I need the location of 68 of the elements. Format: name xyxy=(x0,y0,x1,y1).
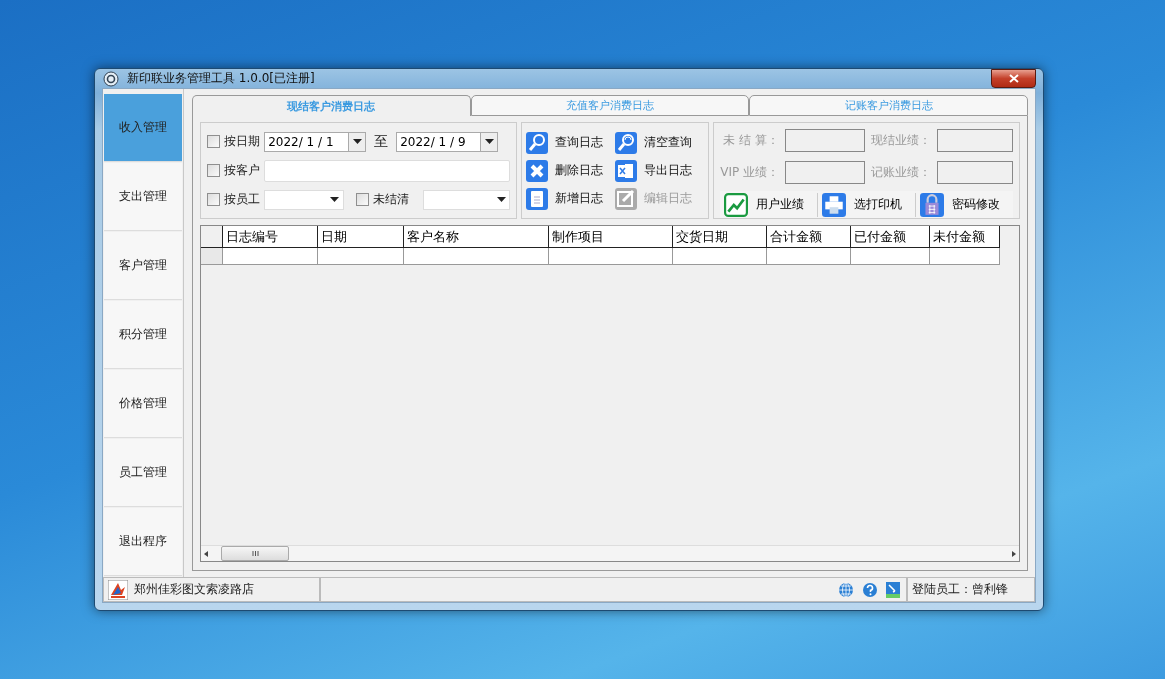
close-button[interactable] xyxy=(991,69,1036,88)
sidebar-item[interactable]: 员工管理 xyxy=(104,439,183,507)
caret-icon xyxy=(330,197,340,202)
column-header[interactable]: 日志编号 xyxy=(223,226,319,248)
table-cell[interactable] xyxy=(318,248,405,265)
table-cell[interactable] xyxy=(767,248,852,265)
filter-label: 按日期 xyxy=(224,133,261,150)
column-header[interactable]: 合计金额 xyxy=(767,226,852,248)
filter-label: 未结清 xyxy=(372,191,409,208)
filter-label: 按客户 xyxy=(224,162,261,179)
stat-label: 记账业绩： xyxy=(871,164,931,181)
shop-logo-icon xyxy=(108,579,128,600)
column-header[interactable]: 日期 xyxy=(318,226,405,248)
sidebar-item[interactable]: 退出程序 xyxy=(104,508,183,576)
column-header[interactable]: 已付金额 xyxy=(851,226,931,248)
sidebar-item[interactable]: 支出管理 xyxy=(104,163,183,231)
shop-name: 郑州佳彩图文索凌路店 xyxy=(134,581,254,598)
action-button[interactable]: 清空查询 xyxy=(615,131,705,154)
table-cell[interactable] xyxy=(404,248,550,265)
tool-button[interactable]: 选打印机 xyxy=(818,192,917,217)
column-header[interactable]: 制作项目 xyxy=(549,226,674,248)
checkbox[interactable] xyxy=(207,193,221,206)
column-header[interactable]: 交货日期 xyxy=(673,226,768,248)
filter-label: 按员工 xyxy=(224,191,261,208)
table-cell[interactable] xyxy=(930,248,1001,265)
date-picker[interactable]: 2022/ 1 / 9 xyxy=(396,131,499,152)
customer-field[interactable] xyxy=(264,159,511,182)
checkbox[interactable] xyxy=(355,193,369,206)
help-icon xyxy=(862,581,878,598)
stat-label: 现结业绩： xyxy=(871,132,931,149)
grip-icon xyxy=(251,551,259,556)
delete-icon xyxy=(526,159,549,182)
caret-icon xyxy=(484,139,494,144)
tool-button[interactable]: 用户业绩 xyxy=(720,192,819,217)
magnifier-icon xyxy=(526,131,549,154)
action-button[interactable]: 查询日志 xyxy=(526,131,616,154)
edit-icon xyxy=(615,187,638,210)
document-icon xyxy=(526,187,549,210)
scroll-thumb[interactable] xyxy=(221,546,290,561)
spreadsheet-icon xyxy=(615,159,638,182)
sidebar-item[interactable]: 价格管理 xyxy=(104,370,183,438)
checkbox[interactable] xyxy=(207,164,221,177)
action-button[interactable]: 新增日志 xyxy=(526,187,616,210)
column-header[interactable]: 客户名称 xyxy=(404,226,550,248)
sidebar-item[interactable]: 收入管理 xyxy=(104,94,183,162)
checkbox[interactable] xyxy=(207,135,221,148)
column-header[interactable]: 未付金额 xyxy=(930,226,1001,248)
caret-icon xyxy=(352,139,362,144)
action-button[interactable]: 导出日志 xyxy=(615,159,705,182)
stat-label: VIP 业绩： xyxy=(720,164,779,181)
action-button[interactable]: 删除日志 xyxy=(526,159,616,182)
table-cell[interactable] xyxy=(223,248,319,265)
globe-icon xyxy=(838,581,854,598)
sidebar-item[interactable]: 积分管理 xyxy=(104,301,183,369)
magnifier-icon xyxy=(615,131,638,154)
logged-in-employee: 登陆员工：曾利锋 xyxy=(912,581,1008,598)
horizontal-scrollbar[interactable] xyxy=(201,545,1019,561)
date-picker[interactable]: 2022/ 1 / 1 xyxy=(264,131,367,152)
table-cell[interactable] xyxy=(549,248,674,265)
table-cell[interactable] xyxy=(851,248,931,265)
close-icon xyxy=(1008,74,1019,83)
caret-icon xyxy=(496,197,506,202)
sidebar-item[interactable]: 客户管理 xyxy=(104,232,183,300)
tool-button[interactable]: 密码修改 xyxy=(916,192,1013,217)
window-title: 新印联业务管理工具 1.0.0[已注册] xyxy=(127,70,315,87)
stat-label: 未 结 算： xyxy=(722,132,779,149)
range-separator: 至 xyxy=(374,132,389,151)
table-cell[interactable] xyxy=(673,248,768,265)
